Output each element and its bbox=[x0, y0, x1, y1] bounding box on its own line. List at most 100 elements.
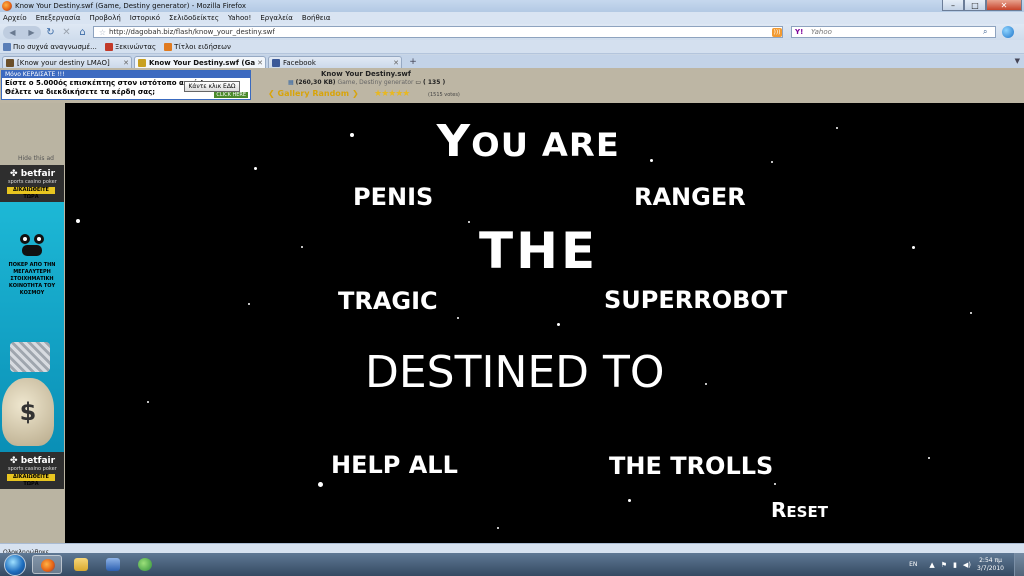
facebook-icon bbox=[272, 58, 280, 67]
taskbar-firefox[interactable] bbox=[32, 555, 62, 574]
menu-file[interactable]: Αρχείο bbox=[3, 14, 27, 22]
betfair-cta-button[interactable]: ΔΙΚΑΙΩΘΕΙΤΕ ΤΩΡΑ bbox=[7, 187, 55, 200]
new-tab-button[interactable]: + bbox=[406, 57, 420, 67]
menu-yahoo[interactable]: Yahoo! bbox=[228, 14, 251, 22]
tab-favicon bbox=[138, 58, 146, 67]
menu-bar: Αρχείο Επεξεργασία Προβολή Ιστορικό Σελι… bbox=[0, 12, 1024, 24]
swf-comments[interactable]: ( 135 ) bbox=[423, 79, 445, 86]
addon-icon[interactable] bbox=[1002, 26, 1014, 38]
reload-icon[interactable]: ↻ bbox=[44, 26, 57, 39]
menu-tools[interactable]: Εργαλεία bbox=[260, 14, 293, 22]
window-title: Know Your Destiny.swf (Game, Destiny gen… bbox=[15, 2, 246, 10]
betfair-ad-top[interactable]: ✤ betfair sports casino poker ΔΙΚΑΙΩΘΕΙΤ… bbox=[0, 165, 64, 202]
menu-history[interactable]: Ιστορικό bbox=[130, 14, 160, 22]
stop-icon[interactable]: ✕ bbox=[60, 26, 73, 39]
menu-edit[interactable]: Επεξεργασία bbox=[36, 14, 81, 22]
home-icon[interactable]: ⌂ bbox=[76, 26, 89, 39]
menu-bookmarks[interactable]: Σελιδοδείκτες bbox=[169, 14, 219, 22]
bookmark-news-headlines[interactable]: Τίτλοι ειδήσεων bbox=[164, 42, 231, 51]
maximize-button[interactable]: □ bbox=[964, 0, 986, 11]
tab-know-your-destiny-swf[interactable]: Know Your Destiny.swf (Game, D... ✕ bbox=[134, 56, 266, 68]
messenger-icon bbox=[138, 558, 152, 571]
destined-to-heading: DESTINED TO bbox=[365, 347, 665, 398]
clock[interactable]: 2:54 πμ 3/7/2010 bbox=[977, 557, 1004, 573]
bookmark-star-icon[interactable]: ☆ bbox=[97, 27, 108, 37]
gallery-random-nav[interactable]: ❮ Gallery Random ❯ bbox=[268, 89, 359, 98]
search-icon[interactable]: ⌕ bbox=[983, 27, 995, 37]
taskbar-media-player[interactable] bbox=[98, 555, 128, 574]
bookmark-most-visited[interactable]: Πιο συχνά αναγνωσμέ... bbox=[3, 42, 97, 51]
tab-facebook[interactable]: Facebook ✕ bbox=[268, 56, 402, 68]
tray-expand-icon[interactable]: ▲ bbox=[929, 561, 934, 569]
search-bar[interactable]: Y! ⌕ bbox=[791, 26, 996, 38]
window-titlebar: Know Your Destiny.swf (Game, Destiny gen… bbox=[0, 0, 1024, 12]
star-dot bbox=[248, 303, 250, 305]
gallery-random-link[interactable]: Gallery Random bbox=[278, 89, 350, 98]
menu-help[interactable]: Βοήθεια bbox=[302, 14, 331, 22]
close-button[interactable]: ✕ bbox=[986, 0, 1022, 11]
tab-favicon bbox=[6, 58, 14, 67]
star-dot bbox=[836, 127, 838, 129]
system-tray: EN ▲ ⚑ ▮ ◀) 2:54 πμ 3/7/2010 bbox=[909, 553, 1024, 576]
tab-close-icon[interactable]: ✕ bbox=[255, 59, 265, 67]
forward-icon[interactable]: ▶ bbox=[28, 28, 34, 37]
url-input[interactable] bbox=[109, 28, 749, 36]
destiny-word-right-2: SUPERROBOT bbox=[604, 286, 788, 314]
menu-view[interactable]: Προβολή bbox=[89, 14, 120, 22]
tab-list-icon[interactable]: ▼ bbox=[1015, 57, 1020, 65]
destiny-word-right-1: RANGER bbox=[634, 183, 746, 211]
coins-image bbox=[10, 342, 50, 372]
minimize-button[interactable]: – bbox=[942, 0, 964, 11]
tab-close-icon[interactable]: ✕ bbox=[121, 59, 131, 67]
language-indicator[interactable]: EN bbox=[909, 561, 917, 568]
network-icon[interactable]: ▮ bbox=[953, 561, 957, 569]
hide-ad-link[interactable]: Hide this ad bbox=[18, 155, 54, 162]
download-icon[interactable]: ▦ bbox=[288, 79, 294, 86]
betfair-logo: ✤ betfair bbox=[10, 169, 56, 179]
navigation-toolbar: ◀ ▶ ↻ ✕ ⌂ ◉ ))) ☆ Y! ⌕ bbox=[0, 24, 1024, 40]
bookmark-getting-started[interactable]: Ξεκινώντας bbox=[104, 42, 156, 51]
show-desktop-button[interactable] bbox=[1014, 553, 1024, 576]
volume-icon[interactable]: ◀) bbox=[963, 561, 971, 569]
the-heading: THE bbox=[479, 222, 599, 280]
rating-stars[interactable]: ★★★★★ bbox=[374, 89, 410, 99]
tab-strip: [Know your destiny LMAO] ✕ Know Your Des… bbox=[0, 55, 1024, 68]
star-dot bbox=[301, 246, 303, 248]
url-bar[interactable]: ◉ ))) ☆ bbox=[93, 26, 783, 38]
swf-info-panel: Know Your Destiny.swf ▦ (260,30 KB) Game… bbox=[268, 69, 464, 102]
promo-text: ΠΟΚΕΡ ΑΠΟ ΤΗΝ ΜΕΓΑΛΥΤΕΡΗ ΣΤΟΙΧΗΜΑΤΙΚΗ ΚΟ… bbox=[8, 262, 56, 296]
next-arrow-icon[interactable]: ❯ bbox=[352, 89, 359, 98]
ad-tag: CLICK HERE bbox=[214, 92, 248, 98]
rss-icon[interactable]: ))) bbox=[772, 27, 782, 37]
windows-taskbar: EN ▲ ⚑ ▮ ◀) 2:54 πμ 3/7/2010 bbox=[0, 553, 1024, 576]
tab-close-icon[interactable]: ✕ bbox=[391, 59, 401, 67]
poker-promo-ad[interactable]: ΠΟΚΕΡ ΑΠΟ ΤΗΝ ΜΕΓΑΛΥΤΕΡΗ ΣΤΟΙΧΗΜΑΤΙΚΗ ΚΟ… bbox=[0, 202, 64, 452]
star-dot bbox=[318, 482, 323, 487]
swf-size: (260,30 KB) bbox=[295, 79, 336, 86]
destiny-word-left-1: PENIS bbox=[353, 183, 434, 211]
taskbar-explorer[interactable] bbox=[66, 555, 96, 574]
start-button[interactable] bbox=[4, 554, 26, 576]
tab-know-your-destiny-lmao[interactable]: [Know your destiny LMAO] ✕ bbox=[2, 56, 132, 68]
flag-icon[interactable]: ⚑ bbox=[941, 561, 947, 569]
star-dot bbox=[76, 219, 80, 223]
betfair-ad-bottom[interactable]: ✤ betfair sports casino poker ΔΙΚΑΙΩΘΕΙΤ… bbox=[0, 452, 64, 489]
firefox-icon bbox=[41, 559, 55, 572]
star-dot bbox=[497, 527, 499, 529]
comment-icon: ▭ bbox=[415, 79, 422, 86]
ad-click-button[interactable]: Κάντε κλικ ΕΔΩ bbox=[184, 81, 240, 92]
betfair-cta-button[interactable]: ΔΙΚΑΙΩΘΕΙΤΕ ΤΩΡΑ bbox=[7, 474, 55, 487]
back-icon[interactable]: ◀ bbox=[9, 28, 15, 37]
banner-ad[interactable]: Μόνο ΚΕΡΔΙΣΑΤΕ !!! Είστε ο 5.000ός επισκ… bbox=[1, 70, 251, 100]
flash-game-canvas[interactable]: YOU ARE PENIS RANGER THE TRAGIC SUPERROB… bbox=[65, 103, 1024, 543]
swf-tags[interactable]: Game, Destiny generator bbox=[337, 79, 413, 86]
taskbar-messenger[interactable] bbox=[130, 555, 160, 574]
search-input[interactable] bbox=[811, 28, 971, 36]
swf-meta: ▦ (260,30 KB) Game, Destiny generator ▭ … bbox=[288, 79, 445, 86]
ad-header: Μόνο ΚΕΡΔΙΣΑΤΕ !!! bbox=[2, 71, 250, 78]
prev-arrow-icon[interactable]: ❮ bbox=[268, 89, 275, 98]
window-controls: – □ ✕ bbox=[942, 0, 1022, 11]
yahoo-engine-icon[interactable]: Y! bbox=[795, 28, 811, 36]
reset-button[interactable]: RESET bbox=[771, 498, 828, 522]
betfair-subtitle: sports casino poker bbox=[8, 179, 57, 185]
